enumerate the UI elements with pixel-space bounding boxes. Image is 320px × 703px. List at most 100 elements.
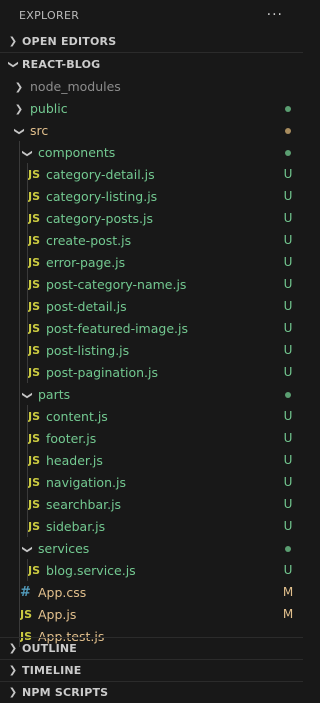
indent-guide [19, 185, 20, 207]
js-file-icon: JS [28, 299, 41, 313]
explorer-header: EXPLORER ··· [0, 0, 303, 30]
tree-file[interactable]: JS category-posts.js U [0, 207, 303, 229]
section-timeline[interactable]: ❯ TIMELINE [0, 659, 303, 681]
js-file-icon: JS [28, 365, 41, 379]
js-file-icon: JS [28, 453, 41, 467]
git-status-badge: U [283, 299, 293, 313]
git-status-badge: U [283, 255, 293, 269]
tree-folder[interactable]: ❯ public [0, 97, 303, 119]
git-status-badge: U [283, 431, 293, 445]
tree-item-label: post-category-name.js [46, 276, 187, 292]
tree-item-label: parts [38, 386, 71, 402]
tree-file[interactable]: JS post-detail.js U [0, 295, 303, 317]
js-file-icon: JS [28, 409, 41, 423]
section-label: OUTLINE [22, 642, 78, 655]
indent-guide [27, 339, 28, 361]
git-status-badge: U [283, 233, 293, 247]
tree-folder[interactable]: ❯ parts [0, 383, 303, 405]
indent-guide [27, 273, 28, 295]
indent-guide [19, 603, 20, 625]
tree-file[interactable]: JS searchbar.js U [0, 493, 303, 515]
git-status-dot-icon [273, 145, 303, 159]
git-status-badge: U [283, 453, 293, 467]
section-open-editors[interactable]: ❯ OPEN EDITORS [0, 30, 303, 52]
indent-guide [19, 339, 20, 361]
tree-item-label: searchbar.js [46, 496, 122, 512]
tree-file[interactable]: JS footer.js U [0, 427, 303, 449]
tree-folder[interactable]: ❯ services [0, 537, 303, 559]
tree-file[interactable]: JS App.js M [0, 603, 303, 625]
tree-item-label: sidebar.js [46, 518, 106, 534]
tree-item-label: category-detail.js [46, 166, 155, 182]
section-npm-scripts[interactable]: ❯ NPM SCRIPTS [0, 681, 303, 703]
js-file-icon: JS [28, 255, 41, 269]
git-status-badge: U [283, 497, 293, 511]
tree-file[interactable]: JS category-detail.js U [0, 163, 303, 185]
tree-item-label: category-posts.js [46, 210, 154, 226]
git-status-badge: U [283, 277, 293, 291]
tree-item-label: error-page.js [46, 254, 126, 270]
indent-guide [27, 295, 28, 317]
indent-guide [19, 427, 20, 449]
indent-guide [19, 163, 20, 185]
tree-item-label: App.css [38, 584, 87, 600]
git-status-badge: U [283, 211, 293, 225]
tree-file[interactable]: JS navigation.js U [0, 471, 303, 493]
indent-guide [19, 449, 20, 471]
js-file-icon: JS [28, 189, 41, 203]
git-status-badge: U [283, 409, 293, 423]
git-status-badge: M [282, 607, 294, 621]
ellipsis-icon[interactable]: ··· [267, 7, 283, 23]
tree-item-label: components [38, 144, 116, 160]
tree-folder[interactable]: ❯ src [0, 119, 303, 141]
indent-guide [19, 141, 20, 163]
indent-guide [27, 471, 28, 493]
tree-file[interactable]: JS blog.service.js U [0, 559, 303, 581]
git-status-dot-icon [273, 541, 303, 555]
chevron-right-icon: ❯ [8, 665, 18, 676]
section-label: NPM SCRIPTS [22, 686, 109, 699]
js-file-icon: JS [28, 519, 41, 533]
tree-item-label: App.js [38, 606, 77, 622]
indent-guide [27, 405, 28, 427]
tree-item-label: footer.js [46, 430, 97, 446]
chevron-right-icon: ❯ [8, 687, 18, 698]
indent-guide [27, 515, 28, 537]
chevron-right-icon: ❯ [14, 81, 24, 93]
indent-guide [19, 493, 20, 515]
git-status-badge: U [283, 189, 293, 203]
tree-file[interactable]: JS post-category-name.js U [0, 273, 303, 295]
indent-guide [27, 361, 28, 383]
git-status-badge: M [282, 585, 294, 599]
tree-file[interactable]: JS header.js U [0, 449, 303, 471]
tree-file[interactable]: JS sidebar.js U [0, 515, 303, 537]
tree-file[interactable]: JS post-listing.js U [0, 339, 303, 361]
tree-file[interactable]: # App.css M [0, 581, 303, 603]
indent-guide [19, 207, 20, 229]
indent-guide [19, 537, 20, 559]
tree-file[interactable]: JS post-pagination.js U [0, 361, 303, 383]
tree-item-label: post-featured-image.js [46, 320, 188, 336]
tree-item-label: navigation.js [46, 474, 126, 490]
tree-file[interactable]: JS content.js U [0, 405, 303, 427]
tree-folder[interactable]: ❯ node_modules [0, 75, 303, 97]
section-project[interactable]: ❯ REACT-BLOG [0, 53, 303, 75]
indent-guide [27, 427, 28, 449]
tree-folder[interactable]: ❯ components [0, 141, 303, 163]
tree-item-label: src [30, 122, 49, 138]
tree-file[interactable]: JS create-post.js U [0, 229, 303, 251]
indent-guide [19, 383, 20, 405]
indent-guide [27, 207, 28, 229]
section-outline[interactable]: ❯ OUTLINE [0, 637, 303, 659]
git-status-dot-icon [273, 387, 303, 401]
tree-file[interactable]: JS post-featured-image.js U [0, 317, 303, 339]
chevron-right-icon: ❯ [8, 643, 18, 654]
section-label: REACT-BLOG [22, 57, 101, 71]
tree-file[interactable]: JS error-page.js U [0, 251, 303, 273]
section-label: OPEN EDITORS [22, 34, 117, 48]
js-file-icon: JS [28, 167, 41, 181]
git-status-badge: U [283, 519, 293, 533]
git-status-dot-icon [273, 101, 303, 115]
tree-item-label: category-listing.js [46, 188, 158, 204]
tree-file[interactable]: JS category-listing.js U [0, 185, 303, 207]
